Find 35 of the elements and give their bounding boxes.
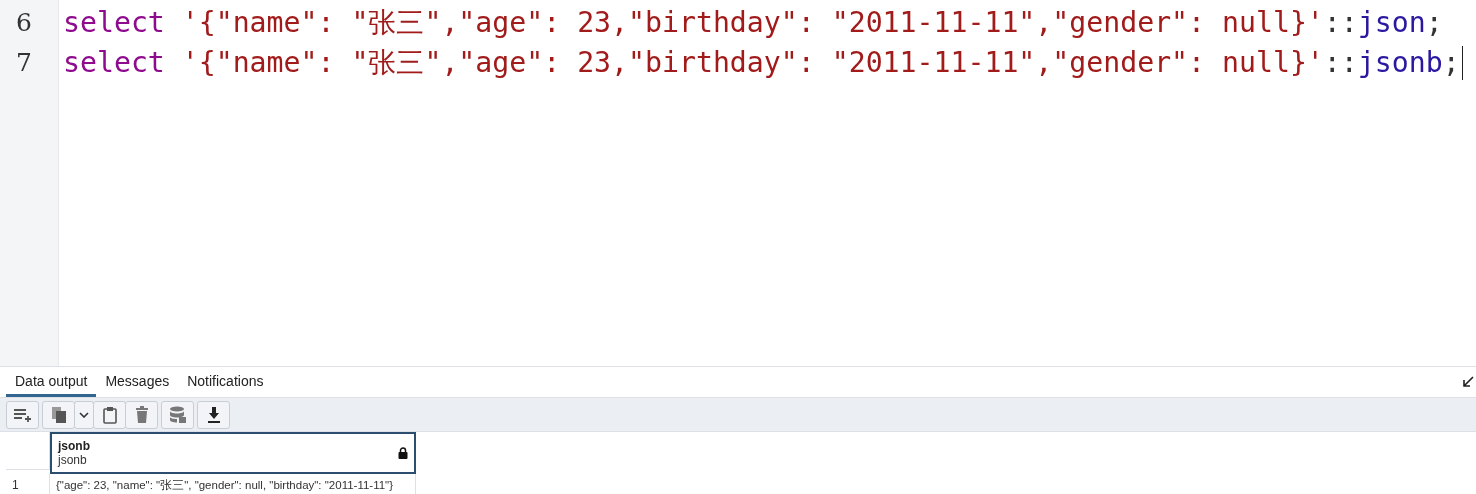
table-cell: {"age": 23, "name": "张三", "gender": null, "birthday": "2011-11-11"} bbox=[50, 474, 416, 494]
column-type: jsonb bbox=[58, 453, 88, 467]
trash-icon bbox=[134, 406, 149, 423]
string-literal: '{"name": "张三","age": 23,"birthday": "2011-11-11","gender": null}' bbox=[181, 5, 1324, 41]
copy-icon bbox=[50, 405, 67, 424]
delete-button[interactable] bbox=[125, 400, 158, 429]
clipboard-icon bbox=[102, 405, 117, 424]
type-name: jsonb bbox=[1357, 45, 1443, 81]
tab[interactable]: Notifications bbox=[178, 367, 273, 397]
add-row-icon bbox=[12, 407, 33, 422]
sql-keyword: select bbox=[63, 5, 165, 41]
code-punctuation: ; bbox=[1442, 45, 1460, 81]
collapse-arrow-icon[interactable] bbox=[1462, 376, 1474, 388]
line-number: 6 bbox=[15, 7, 33, 39]
sql-keyword: select bbox=[63, 45, 165, 81]
save-data-button[interactable] bbox=[161, 400, 194, 429]
add-row-button[interactable] bbox=[6, 400, 39, 429]
paste-button[interactable] bbox=[93, 400, 126, 429]
text-cursor bbox=[1461, 46, 1464, 80]
code-punctuation: ; bbox=[1425, 5, 1443, 41]
copy-button[interactable] bbox=[42, 400, 75, 429]
dropdown-button[interactable] bbox=[74, 400, 94, 429]
code-punctuation: :: bbox=[1323, 5, 1358, 41]
string-literal: '{"name": "张三","age": 23,"birthday": "2011-11-11","gender": null}' bbox=[181, 45, 1324, 81]
line-number: 7 bbox=[15, 47, 33, 79]
download-icon bbox=[206, 406, 221, 423]
download-button[interactable] bbox=[197, 400, 230, 429]
type-name: json bbox=[1357, 5, 1426, 41]
caret-icon bbox=[79, 411, 89, 418]
tab[interactable]: Messages bbox=[96, 367, 179, 397]
column-header[interactable]: jsonb jsonb bbox=[50, 432, 416, 474]
database-icon bbox=[168, 405, 187, 424]
column-name: jsonb bbox=[58, 439, 90, 453]
row-number: 1 bbox=[6, 474, 50, 494]
code-punctuation: :: bbox=[1323, 45, 1358, 81]
